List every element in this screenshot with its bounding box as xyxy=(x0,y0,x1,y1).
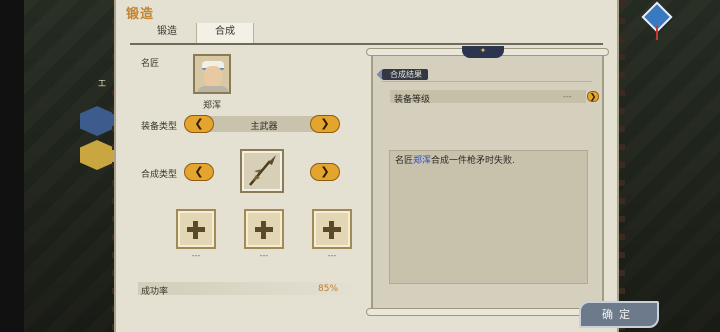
success-rate-label: 成功率 xyxy=(141,287,169,297)
material-slot-3-caption: --- xyxy=(327,251,337,260)
spear-icon xyxy=(249,155,276,186)
plus-icon-vertical xyxy=(329,221,334,239)
kite-tail xyxy=(656,26,658,40)
tab-bar: 锻造 合成 xyxy=(138,23,254,43)
craftsman-portrait[interactable] xyxy=(193,54,231,94)
plus-icon-vertical xyxy=(193,221,198,239)
scroll-bottom-rod xyxy=(366,308,609,316)
result-title-underline xyxy=(382,81,592,82)
tabs-divider xyxy=(130,43,603,45)
result-message-box xyxy=(389,150,588,284)
synthesis-type-next-button[interactable]: ❯ xyxy=(310,163,340,181)
weapon-slot[interactable] xyxy=(240,149,284,193)
material-slot-1-caption: --- xyxy=(191,251,201,260)
right-border-studs xyxy=(619,0,625,332)
confirm-button[interactable]: 确定 xyxy=(579,301,659,328)
equipment-type-value: 主武器 xyxy=(250,122,278,132)
equip-level-label: 装备等级 xyxy=(394,95,431,105)
equip-level-value: --- xyxy=(563,92,572,101)
result-message: 名匠郑浑合成一件枪矛时失败. xyxy=(395,153,515,166)
equipment-type-label: 装备类型 xyxy=(141,122,178,132)
result-title: 合成结果 xyxy=(382,69,428,80)
equipment-type-prev-button[interactable]: ❮ xyxy=(184,115,214,133)
synthesis-type-label: 合成类型 xyxy=(141,170,178,180)
material-slot-1[interactable] xyxy=(176,209,216,249)
emblem-icon: ✦ xyxy=(479,46,487,55)
material-slot-3[interactable] xyxy=(312,209,352,249)
forge-panel: 锻造 锻造 合成 名匠 郑浑 装备类型 ❮ 主武器 ❯ 合成类型 ❮ ❯ ---… xyxy=(114,0,619,332)
synthesis-type-prev-button[interactable]: ❮ xyxy=(184,163,214,181)
panel-title: 锻造 xyxy=(126,7,155,22)
side-label: 工 xyxy=(98,79,106,88)
craftsman-label: 名匠 xyxy=(141,59,160,69)
material-slot-2-caption: --- xyxy=(259,251,269,260)
plus-icon-vertical xyxy=(261,221,266,239)
portrait-face xyxy=(204,66,222,88)
equipment-type-next-button[interactable]: ❯ xyxy=(310,115,340,133)
success-rate-value: 85% xyxy=(318,284,339,294)
tab-synthesis[interactable]: 合成 xyxy=(196,23,254,43)
left-black-edge xyxy=(0,0,24,332)
tab-forge[interactable]: 锻造 xyxy=(138,23,196,43)
portrait-body xyxy=(197,86,229,92)
message-prefix: 名匠 xyxy=(395,156,414,166)
equip-level-arrow-button[interactable]: ❯ xyxy=(587,91,599,102)
message-suffix: 合成一件枪矛时失败. xyxy=(431,156,515,166)
material-slot-2[interactable] xyxy=(244,209,284,249)
craftsman-name: 郑浑 xyxy=(203,101,222,111)
message-craftsman-name: 郑浑 xyxy=(413,156,432,166)
